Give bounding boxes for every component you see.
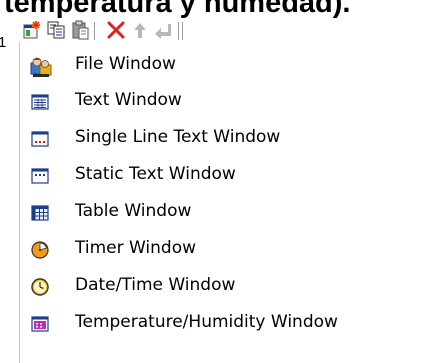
document-heading-text: temperatura y humedad). bbox=[4, 0, 351, 19]
menu-item-label: Timer Window bbox=[75, 238, 197, 258]
menu-item-static-text-window[interactable]: Static Text Window bbox=[20, 158, 441, 194]
move-down-icon bbox=[155, 24, 171, 39]
menu-item-temperature-humidity-window[interactable]: Temperature/Humidity Window bbox=[20, 306, 441, 342]
menu-item-label: Date/Time Window bbox=[75, 275, 236, 295]
menu-item-date-time-window[interactable]: Date/Time Window bbox=[20, 269, 441, 305]
menu-item-label: Single Line Text Window bbox=[75, 127, 281, 147]
document-side-text: 1 bbox=[0, 34, 7, 51]
text-window-icon bbox=[30, 92, 50, 112]
move-down-button[interactable] bbox=[152, 20, 172, 40]
delete-button[interactable] bbox=[106, 20, 126, 40]
toolbar-separator bbox=[94, 22, 95, 40]
menu-item-single-line-text-window[interactable]: Single Line Text Window bbox=[20, 121, 441, 157]
delete-icon bbox=[107, 21, 125, 39]
menu-item-text-window[interactable]: Text Window bbox=[20, 84, 441, 120]
paste-icon bbox=[72, 20, 89, 40]
toolbar-separator bbox=[182, 22, 183, 40]
paste-button[interactable] bbox=[70, 20, 90, 40]
file-window-icon bbox=[30, 56, 52, 77]
move-up-icon bbox=[134, 23, 146, 38]
copy-button[interactable] bbox=[46, 20, 66, 40]
table-window-icon bbox=[30, 203, 50, 223]
menu-item-label: Static Text Window bbox=[75, 164, 236, 184]
menu-item-label: Temperature/Humidity Window bbox=[75, 312, 338, 332]
menu-item-label: Table Window bbox=[75, 201, 192, 221]
temperature-humidity-window-icon bbox=[30, 314, 50, 334]
copy-icon bbox=[47, 21, 65, 39]
single-line-text-window-icon bbox=[30, 129, 50, 149]
timer-window-icon bbox=[30, 240, 50, 260]
new-window-menu: File Window Text Window Single Line Text… bbox=[19, 42, 441, 363]
new-window-button[interactable] bbox=[22, 20, 42, 40]
menu-item-label: Text Window bbox=[75, 90, 182, 110]
toolbar bbox=[22, 20, 322, 42]
menu-item-label: File Window bbox=[75, 54, 176, 74]
date-time-window-icon bbox=[30, 277, 50, 297]
toolbar-separator bbox=[178, 22, 179, 40]
move-up-button[interactable] bbox=[130, 20, 150, 40]
static-text-window-icon bbox=[30, 166, 50, 186]
menu-item-file-window[interactable]: File Window bbox=[20, 48, 441, 84]
menu-item-timer-window[interactable]: Timer Window bbox=[20, 232, 441, 268]
new-window-icon bbox=[23, 21, 40, 39]
menu-item-table-window[interactable]: Table Window bbox=[20, 195, 441, 231]
